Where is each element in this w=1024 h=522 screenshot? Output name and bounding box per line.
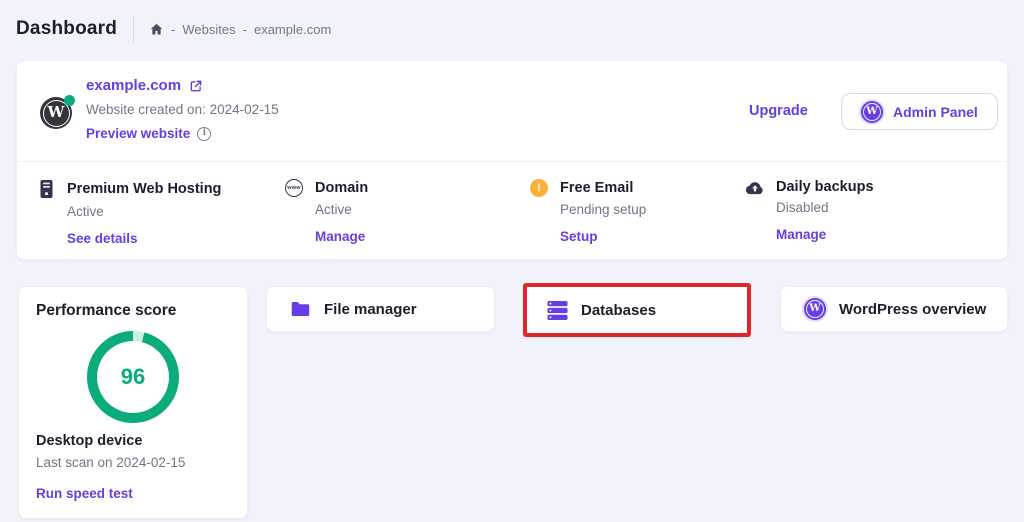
service-status: Disabled <box>776 200 874 215</box>
upgrade-link[interactable]: Upgrade <box>749 103 808 119</box>
page-header: Dashboard - Websites - example.com <box>16 13 331 45</box>
service-title: Domain <box>315 180 368 196</box>
server-icon <box>36 179 56 199</box>
performance-device: Desktop device <box>36 433 230 449</box>
service-title: Daily backups <box>776 179 874 195</box>
external-link-icon <box>189 79 203 93</box>
breadcrumb-separator: - <box>171 22 175 37</box>
header-divider <box>133 16 134 42</box>
databases-card-highlighted[interactable]: Databases <box>523 283 751 337</box>
breadcrumb: - Websites - example.com <box>149 22 331 37</box>
performance-title: Performance score <box>36 302 230 320</box>
wordpress-overview-label: WordPress overview <box>839 301 986 318</box>
service-title: Premium Web Hosting <box>67 181 221 197</box>
service-status: Active <box>67 204 221 219</box>
online-status-dot <box>64 95 75 106</box>
wordpress-icon: W <box>804 298 826 320</box>
breadcrumb-item-domain[interactable]: example.com <box>254 22 331 37</box>
file-manager-card[interactable]: File manager <box>266 286 495 332</box>
manage-domain-link[interactable]: Manage <box>315 229 368 244</box>
folder-icon <box>290 300 311 318</box>
service-title: Free Email <box>560 180 633 196</box>
service-status: Pending setup <box>560 202 646 217</box>
databases-label: Databases <box>581 302 656 319</box>
preview-website-link[interactable]: Preview website <box>86 126 190 141</box>
admin-panel-label: Admin Panel <box>893 104 978 120</box>
service-daily-backups: Daily backups Disabled Manage <box>745 161 874 242</box>
performance-last-scan: Last scan on 2024-02-15 <box>36 455 230 470</box>
service-domain: www Domain Active Manage <box>284 161 368 244</box>
run-speed-test-link[interactable]: Run speed test <box>36 486 230 501</box>
wordpress-site-logo-icon: W <box>40 97 72 129</box>
cloud-backup-icon <box>745 179 765 195</box>
service-free-email: ! Free Email Pending setup Setup <box>529 161 646 244</box>
wordpress-letter: W <box>48 105 65 120</box>
site-info: example.com Website created on: 2024-02-… <box>86 77 279 141</box>
home-icon[interactable] <box>149 22 164 37</box>
domain-link[interactable]: example.com <box>86 77 279 94</box>
file-manager-label: File manager <box>324 301 417 318</box>
site-created-date: Website created on: 2024-02-15 <box>86 102 279 117</box>
page-title: Dashboard <box>16 18 117 40</box>
see-details-link[interactable]: See details <box>67 231 221 246</box>
info-icon[interactable]: i <box>197 127 211 141</box>
setup-email-link[interactable]: Setup <box>560 229 646 244</box>
wordpress-overview-card[interactable]: W WordPress overview <box>780 286 1008 332</box>
database-icon <box>547 300 568 321</box>
performance-score-value: 96 <box>121 364 145 390</box>
website-card: W example.com Website created on: 2024-0… <box>16 60 1008 260</box>
breadcrumb-item-websites[interactable]: Websites <box>182 22 235 37</box>
performance-gauge: 96 <box>87 331 179 423</box>
domain-name: example.com <box>86 77 181 94</box>
globe-www-icon: www <box>284 179 304 197</box>
service-premium-web-hosting: Premium Web Hosting Active See details <box>36 161 221 246</box>
wordpress-icon: W <box>861 101 883 123</box>
service-status: Active <box>315 202 368 217</box>
breadcrumb-separator: - <box>243 22 247 37</box>
manage-backups-link[interactable]: Manage <box>776 227 874 242</box>
admin-panel-button[interactable]: W Admin Panel <box>841 93 998 130</box>
warning-icon: ! <box>529 179 549 197</box>
performance-score-card: Performance score 96 Desktop device Last… <box>18 286 248 519</box>
